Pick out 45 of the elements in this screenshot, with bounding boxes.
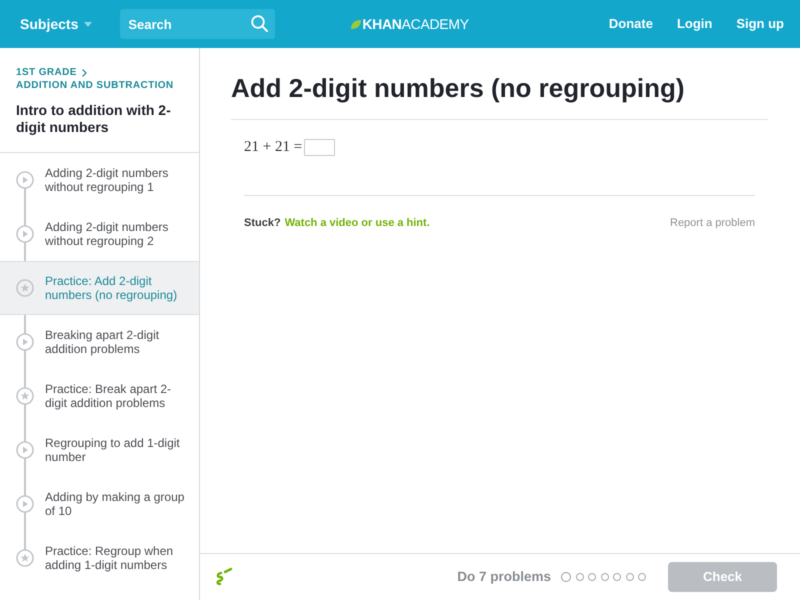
lesson-title: Regrouping to add 1-digit number — [45, 436, 181, 464]
lesson-item[interactable]: Practice: Break apart 2-digit addition problems — [0, 369, 199, 423]
nav-link[interactable]: Login — [676, 14, 712, 34]
star-circle-icon — [16, 279, 34, 297]
lesson-item[interactable]: Practice: Regroup when adding 1-digit numbers — [0, 531, 199, 585]
play-circle-icon — [16, 495, 34, 513]
play-circle-icon — [16, 225, 34, 243]
lesson-item[interactable]: Breaking apart 2-digit addition problems — [0, 315, 199, 369]
goal-label: Do 7 problems — [457, 568, 551, 586]
caret-down-icon — [84, 22, 92, 26]
answer-box[interactable] — [304, 138, 336, 156]
nav-link[interactable]: Donate — [608, 14, 653, 34]
search-icon — [251, 15, 268, 32]
lesson-title: Practice: Break apart 2-digit addition problems — [45, 382, 172, 410]
lesson-title: Breaking apart 2-digit addition problems — [45, 328, 160, 356]
squiggle-icon — [214, 567, 234, 587]
report-link[interactable]: Report a problem — [670, 214, 755, 231]
lesson-item[interactable]: Adding 2-digit numbers without regrouping 2 — [0, 207, 199, 261]
leaf-icon — [351, 20, 362, 28]
play-circle-icon — [16, 441, 34, 459]
chevron-right-icon — [82, 68, 87, 76]
subjects-menu[interactable]: Subjects — [20, 14, 92, 34]
nav-link[interactable]: Sign up — [736, 14, 784, 34]
lesson-title: Practice: Add 2-digit numbers (no regrouping) — [45, 274, 178, 302]
lesson-title: Adding by making a group of 10 — [45, 490, 186, 518]
breadcrumb-link[interactable]: 1ST GRADE — [16, 66, 77, 79]
lesson-item[interactable]: Adding by making a group of 10 — [0, 477, 199, 531]
stuck-label: Stuck? — [244, 216, 281, 230]
star-circle-icon — [16, 387, 34, 405]
exercise-title: Add 2-digit numbers (no regrouping) — [231, 72, 768, 120]
math-expression: 21 + 21 = — [244, 138, 302, 157]
search-field[interactable]: Search — [120, 9, 276, 39]
topic-title: Intro to addition with 2-digit numbers — [16, 102, 172, 136]
star-circle-icon — [16, 549, 34, 567]
site-logo[interactable]: KHANACADEMY — [351, 14, 469, 34]
lesson-item[interactable]: Regrouping to add 1-digit number — [0, 423, 199, 477]
lesson-title: Adding 2-digit numbers without regrouping 2 — [45, 220, 170, 248]
lesson-item[interactable]: Adding 2-digit numbers without regrouping 1 — [0, 153, 199, 207]
play-circle-icon — [16, 171, 34, 189]
hint-link[interactable]: Watch a video or use a hint. — [284, 214, 430, 231]
lesson-item[interactable]: Practice: Add 2-digit numbers (no regrouping) — [0, 261, 199, 315]
lesson-title: Practice: Regroup when adding 1-digit numbers — [45, 544, 174, 572]
breadcrumb-link[interactable]: ADDITION AND SUBTRACTION — [16, 79, 174, 92]
lesson-title: Adding 2-digit numbers without regrouping 1 — [45, 166, 170, 194]
play-circle-icon — [16, 333, 34, 351]
